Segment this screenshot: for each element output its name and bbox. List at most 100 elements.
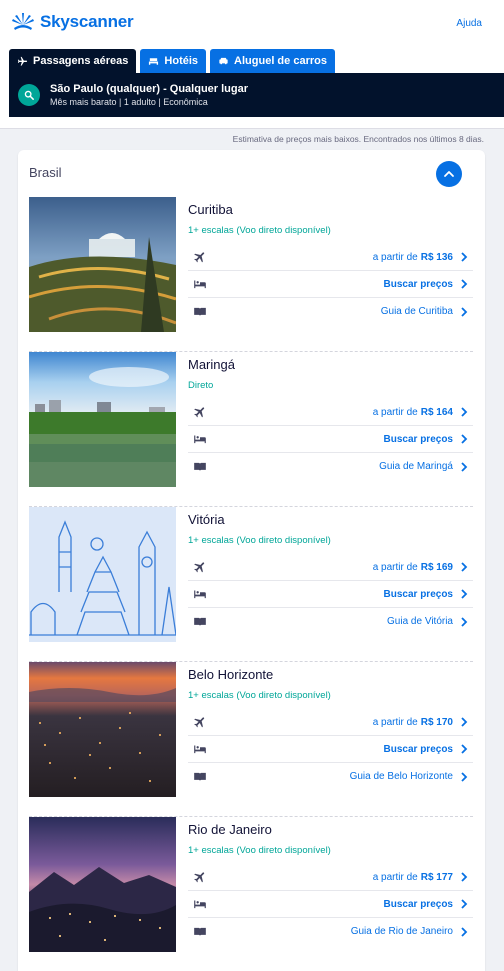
results-card: Brasil Curitiba 1+ escalas (Voo direto d… [18, 150, 485, 971]
price-prefix: a partir de [372, 406, 418, 418]
help-link[interactable]: Ajuda [456, 18, 482, 29]
destination-city[interactable]: Vitória [188, 511, 473, 529]
destination-vitoria: Vitória 1+ escalas (Voo direto disponíve… [29, 506, 473, 662]
flight-price-row[interactable]: a partir de R$ 170 [188, 709, 473, 736]
book-icon [193, 925, 207, 939]
chevron-up-icon [444, 171, 454, 177]
book-icon [193, 460, 207, 474]
price-prefix: a partir de [372, 251, 418, 263]
destination-actions: a partir de R$ 136 Buscar preços Guia de … [188, 244, 473, 325]
destination-stops: 1+ escalas (Voo direto disponível) [188, 535, 331, 546]
guide-link: Guia de Belo Horizonte [349, 771, 453, 782]
hotel-link: Buscar preços [383, 278, 453, 290]
plane-icon [193, 405, 207, 419]
price-prefix: a partir de [372, 871, 418, 883]
flight-price-row[interactable]: a partir de R$ 136 [188, 244, 473, 271]
hotel-price-row[interactable]: Buscar preços [188, 426, 473, 453]
country-header[interactable]: Brasil [18, 150, 485, 196]
plane-icon [17, 56, 28, 66]
chevron-right-icon [461, 252, 468, 262]
hotel-link: Buscar preços [383, 433, 453, 445]
search-icon [24, 90, 34, 100]
destination-city[interactable]: Rio de Janeiro [188, 821, 473, 839]
destination-city[interactable]: Curitiba [188, 201, 473, 219]
chevron-right-icon [461, 407, 468, 417]
chevron-right-icon [461, 461, 468, 472]
destination-stops: 1+ escalas (Voo direto disponível) [188, 225, 331, 236]
collapse-button[interactable] [436, 161, 462, 187]
destination-actions: a partir de R$ 177 Buscar preços Guia de … [188, 864, 473, 945]
rio-photo-icon [29, 817, 176, 952]
guide-link: Guia de Rio de Janeiro [350, 926, 453, 937]
flight-price: R$ 170 [420, 716, 453, 728]
destination-city[interactable]: Maringá [188, 356, 473, 374]
destination-photo[interactable] [29, 507, 176, 642]
flight-price-row[interactable]: a partir de R$ 169 [188, 554, 473, 581]
flight-price: R$ 136 [420, 251, 453, 263]
hotel-price-row[interactable]: Buscar preços [188, 581, 473, 608]
search-button[interactable] [18, 84, 40, 106]
plane-icon [193, 250, 207, 264]
flight-price: R$ 164 [420, 406, 453, 418]
product-tabs: Passagens aéreas Hotéis Aluguel de carro… [9, 49, 335, 73]
book-icon [193, 770, 207, 784]
flight-price-row[interactable]: a partir de R$ 177 [188, 864, 473, 891]
destination-photo[interactable] [29, 817, 176, 952]
destination-rio-de-janeiro: Rio de Janeiro 1+ escalas (Voo direto di… [29, 816, 473, 971]
tab-hotels[interactable]: Hotéis [140, 49, 207, 73]
hotel-price-row[interactable]: Buscar preços [188, 736, 473, 763]
country-name: Brasil [29, 165, 62, 180]
destination-stops: 1+ escalas (Voo direto disponível) [188, 845, 331, 856]
chevron-right-icon [461, 306, 468, 317]
bed-icon [193, 742, 207, 756]
destination-info: Vitória 1+ escalas (Voo direto disponíve… [188, 506, 473, 549]
destination-photo[interactable] [29, 197, 176, 332]
destination-actions: a partir de R$ 164 Buscar preços Guia de … [188, 399, 473, 480]
destination-actions: a partir de R$ 169 Buscar preços Guia de … [188, 554, 473, 635]
search-route: São Paulo (qualquer) - Qualquer lugar [50, 82, 249, 95]
chevron-right-icon [461, 562, 468, 572]
vitoria-illustration-icon [29, 507, 176, 642]
guide-row[interactable]: Guia de Maringá [188, 453, 473, 480]
search-text: São Paulo (qualquer) - Qualquer lugar Mê… [50, 82, 248, 109]
chevron-right-icon [461, 717, 468, 727]
guide-row[interactable]: Guia de Belo Horizonte [188, 763, 473, 790]
chevron-right-icon [461, 589, 468, 599]
guide-row[interactable]: Guia de Curitiba [188, 298, 473, 325]
belo-horizonte-photo-icon [29, 662, 176, 797]
destination-photo[interactable] [29, 662, 176, 797]
hotel-price-row[interactable]: Buscar preços [188, 891, 473, 918]
book-icon [193, 615, 207, 629]
destination-belo-horizonte: Belo Horizonte 1+ escalas (Voo direto di… [29, 661, 473, 817]
destination-stops: 1+ escalas (Voo direto disponível) [188, 690, 331, 701]
plane-icon [193, 870, 207, 884]
book-icon [193, 305, 207, 319]
bed-icon [193, 432, 207, 446]
plane-icon [193, 560, 207, 574]
hotel-price-row[interactable]: Buscar preços [188, 271, 473, 298]
car-icon [219, 57, 228, 64]
hotel-link: Buscar preços [383, 898, 453, 910]
bed-icon [193, 897, 207, 911]
flight-price-row[interactable]: a partir de R$ 164 [188, 399, 473, 426]
maringa-photo-icon [29, 352, 176, 487]
skyscanner-logo[interactable]: Skyscanner [10, 12, 134, 32]
destination-city[interactable]: Belo Horizonte [188, 666, 473, 684]
destination-photo[interactable] [29, 352, 176, 487]
tab-car-hire[interactable]: Aluguel de carros [210, 49, 335, 73]
search-summary[interactable]: São Paulo (qualquer) - Qualquer lugar Mê… [9, 73, 504, 117]
destination-actions: a partir de R$ 170 Buscar preços Guia de … [188, 709, 473, 790]
flight-price: R$ 177 [420, 871, 453, 883]
chevron-right-icon [461, 771, 468, 782]
guide-row[interactable]: Guia de Vitória [188, 608, 473, 635]
tab-flights[interactable]: Passagens aéreas [9, 49, 137, 73]
price-prefix: a partir de [372, 716, 418, 728]
guide-link: Guia de Maringá [379, 461, 453, 472]
price-prefix: a partir de [372, 561, 418, 573]
sunrise-logo-icon [12, 13, 34, 30]
guide-row[interactable]: Guia de Rio de Janeiro [188, 918, 473, 945]
chevron-right-icon [461, 926, 468, 937]
chevron-right-icon [461, 899, 468, 909]
destination-maringa: Maringá Direto a partir de R$ 164 Buscar … [29, 351, 473, 507]
destination-info: Maringá Direto [188, 351, 473, 394]
